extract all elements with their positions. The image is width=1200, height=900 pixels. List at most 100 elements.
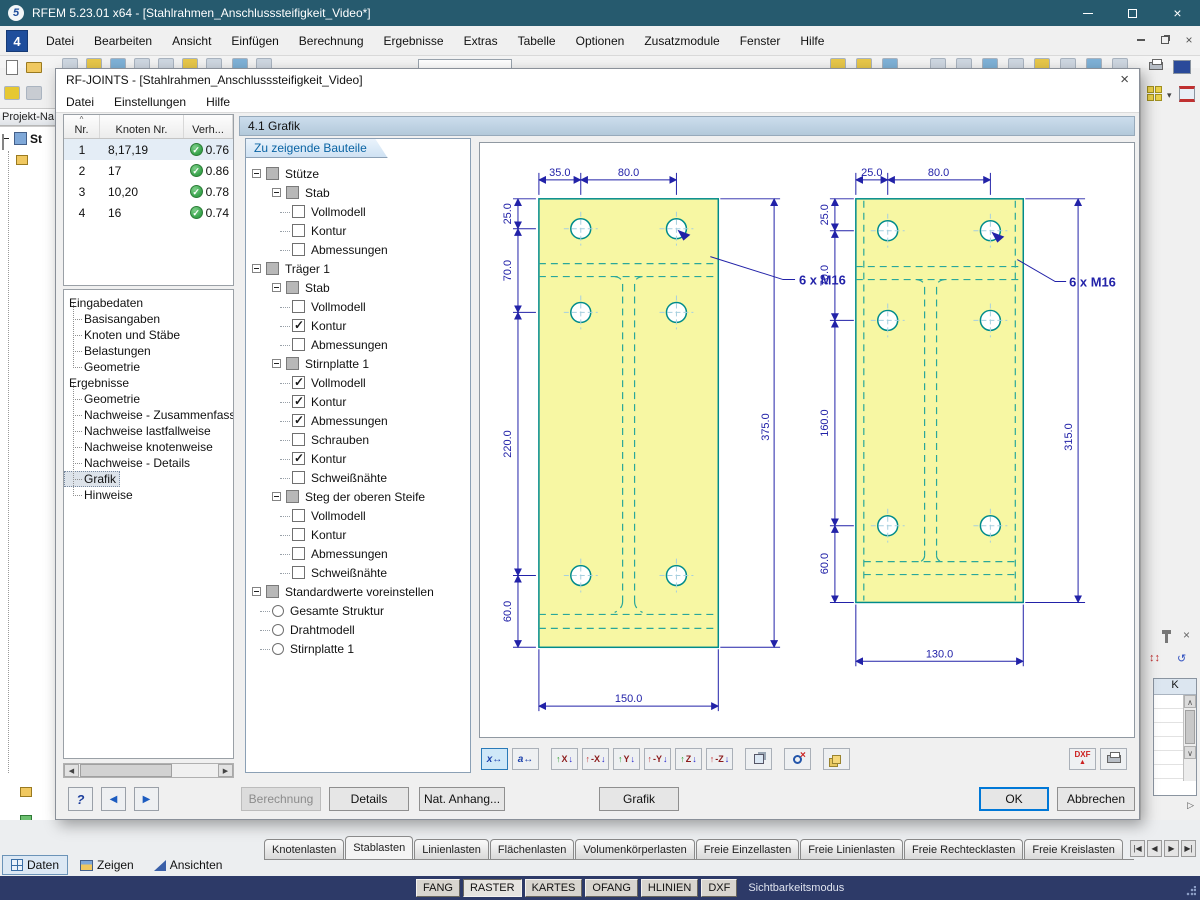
status-toggle-fang[interactable]: FANG: [416, 879, 460, 897]
toolbar-icon-fragment[interactable]: [110, 58, 126, 68]
dialog-close-icon[interactable]: ×: [1120, 72, 1129, 87]
menu-bearbeiten[interactable]: Bearbeiten: [84, 34, 162, 48]
toolbar-icon-fragment[interactable]: [232, 58, 248, 68]
view-minus-y-button[interactable]: ↑ -Y ↓: [644, 748, 671, 770]
prev-tab-button[interactable]: ◀: [1147, 840, 1162, 857]
column-header-1[interactable]: Knoten Nr.: [100, 115, 184, 138]
checkbox[interactable]: [292, 509, 305, 522]
checkbox[interactable]: [292, 375, 305, 389]
tree-node-stab[interactable]: Stab: [246, 278, 470, 297]
tree-node-abmessungen[interactable]: Abmessungen: [246, 335, 470, 354]
tree-node-vollmodell[interactable]: Vollmodell: [246, 506, 470, 525]
tree-node-kontur[interactable]: Kontur: [246, 449, 470, 468]
cancel-button[interactable]: Abbrechen: [1057, 787, 1135, 811]
view-tab-daten[interactable]: Daten: [2, 855, 69, 875]
tree-node-standardwerte-voreinstellen[interactable]: Standardwerte voreinstellen: [246, 582, 470, 601]
tree-node-drahtmodell[interactable]: Drahtmodell: [246, 620, 470, 639]
tab-freie-rechtecklasten[interactable]: Freie Rechtecklasten: [904, 839, 1024, 859]
tristate-checkbox[interactable]: [266, 262, 279, 275]
menu-berechnung[interactable]: Berechnung: [289, 34, 374, 48]
mdi-restore-button[interactable]: [1158, 33, 1172, 47]
checkbox[interactable]: [292, 413, 305, 427]
menu-zusatzmodule[interactable]: Zusatzmodule: [634, 34, 729, 48]
status-toggle-ofang[interactable]: OFANG: [585, 879, 638, 897]
checkbox[interactable]: [292, 528, 305, 541]
tristate-checkbox[interactable]: [286, 357, 299, 370]
scroll-right-icon[interactable]: ▶: [218, 764, 233, 777]
toolbar-icon-fragment[interactable]: [62, 58, 78, 68]
dim-x-button[interactable]: x ↔: [481, 748, 508, 770]
toolbar-icon-fragment[interactable]: [1008, 58, 1024, 68]
tristate-checkbox[interactable]: [266, 585, 279, 598]
zoom-cancel-button[interactable]: [784, 748, 811, 770]
view-x-button[interactable]: ↑ X ↓: [551, 748, 578, 770]
column-header-2[interactable]: Verh...: [184, 115, 233, 138]
radio-button[interactable]: [272, 623, 284, 636]
menu-einfügen[interactable]: Einfügen: [221, 34, 288, 48]
view-minus-z-button[interactable]: ↑ -Z ↓: [706, 748, 733, 770]
collapse-icon[interactable]: [252, 169, 261, 178]
view-tab-zeigen[interactable]: Zeigen: [72, 855, 142, 875]
maximize-button[interactable]: [1110, 0, 1155, 26]
toolbar-icon-fragment[interactable]: [982, 58, 998, 68]
checkbox[interactable]: [292, 471, 305, 484]
monitor-icon[interactable]: [1173, 60, 1191, 74]
tree-node-vollmodell[interactable]: Vollmodell: [246, 202, 470, 221]
toolbar-icon-fragment[interactable]: [4, 86, 20, 100]
graphic-canvas[interactable]: 35.0 80.0 25.0 70.0 220.0 60.0 375.0 150…: [479, 142, 1135, 738]
checkbox[interactable]: [292, 433, 305, 446]
dialog-menu-datei[interactable]: Datei: [56, 95, 104, 109]
checkbox[interactable]: [292, 566, 305, 579]
tree-node-vollmodell[interactable]: Vollmodell: [246, 297, 470, 316]
tree-node-abmessungen[interactable]: Abmessungen: [246, 240, 470, 259]
table-row[interactable]: 4 16 ✓ 0.74: [64, 202, 233, 223]
scroll-up-icon[interactable]: ∧: [1184, 695, 1196, 708]
nav-item-basisangaben[interactable]: Basisangaben: [64, 303, 233, 327]
nav-group-eingabedaten[interactable]: Eingabedaten: [64, 295, 233, 311]
table-row[interactable]: 3 10,20 ✓ 0.78: [64, 181, 233, 202]
grafik-button[interactable]: Grafik: [599, 787, 679, 811]
tree-node-gesamte-struktur[interactable]: Gesamte Struktur: [246, 601, 470, 620]
status-toggle-raster[interactable]: RASTER: [462, 879, 522, 897]
menu-extras[interactable]: Extras: [454, 34, 508, 48]
tree-node-kontur[interactable]: Kontur: [246, 316, 470, 335]
tree-node-schwei-n-hte[interactable]: Schweißnähte: [246, 563, 470, 582]
horizontal-scrollbar[interactable]: ◀ ▶: [63, 763, 234, 778]
toolbar-icon-fragment[interactable]: [26, 86, 42, 100]
folder-icon[interactable]: [16, 155, 28, 165]
menu-ergebnisse[interactable]: Ergebnisse: [374, 34, 454, 48]
toolbar-icon-fragment[interactable]: [1034, 58, 1050, 68]
tab-freie-kreislasten[interactable]: Freie Kreislasten: [1024, 839, 1123, 859]
workbench-icon[interactable]: [1179, 86, 1195, 102]
scroll-thumb[interactable]: [80, 764, 172, 777]
nav-item-hinweise[interactable]: Hinweise: [64, 479, 233, 503]
tree-node-abmessungen[interactable]: Abmessungen: [246, 411, 470, 430]
view-z-button[interactable]: ↑ Z ↓: [675, 748, 702, 770]
menu-tabelle[interactable]: Tabelle: [508, 34, 566, 48]
checkbox[interactable]: [292, 205, 305, 218]
collapse-icon[interactable]: [272, 492, 281, 501]
tree-node-tr-ger-1[interactable]: Träger 1: [246, 259, 470, 278]
status-toggle-dxf[interactable]: DXF: [701, 879, 738, 897]
close-panel-icon[interactable]: ×: [1183, 628, 1190, 642]
collapse-icon[interactable]: [252, 264, 261, 273]
scroll-down-icon[interactable]: ∨: [1184, 746, 1196, 759]
tree-node-st-tze[interactable]: Stütze: [246, 164, 470, 183]
details-button[interactable]: Details: [329, 787, 409, 811]
nav-item-belastungen[interactable]: Belastungen: [64, 335, 233, 359]
nav-item-geometrie[interactable]: Geometrie: [64, 383, 233, 407]
help-button[interactable]: ?: [68, 787, 93, 811]
tristate-checkbox[interactable]: [286, 490, 299, 503]
collapse-icon[interactable]: [252, 587, 261, 596]
chevron-down-icon[interactable]: ▾: [1167, 90, 1172, 101]
toolbar-icon-fragment[interactable]: [1060, 58, 1076, 68]
tab-fl-chenlasten[interactable]: Flächenlasten: [489, 839, 575, 859]
view-minus-x-button[interactable]: ↑ -X ↓: [582, 748, 609, 770]
menu-datei[interactable]: Datei: [36, 34, 84, 48]
view-tab-ansichten[interactable]: Ansichten: [146, 855, 231, 875]
tristate-checkbox[interactable]: [266, 167, 279, 180]
nav-item-nachweise-details[interactable]: Nachweise - Details: [64, 447, 233, 471]
scroll-left-icon[interactable]: ◀: [64, 764, 79, 777]
dim-a-button[interactable]: a ↔: [512, 748, 539, 770]
scroll-thumb[interactable]: [1185, 710, 1195, 744]
